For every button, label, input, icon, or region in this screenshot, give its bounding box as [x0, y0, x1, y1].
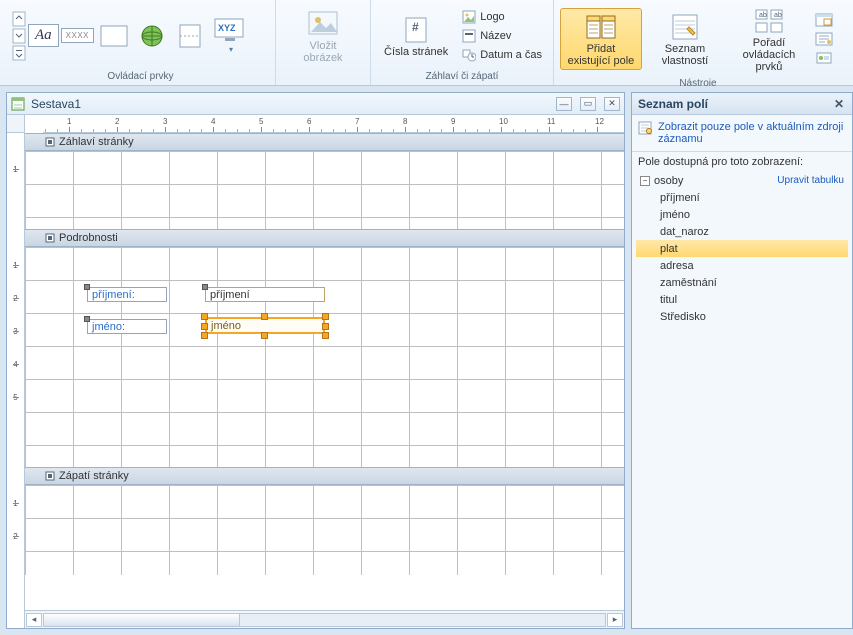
band-selector-icon — [45, 137, 55, 147]
v-ruler[interactable]: 11234512 — [7, 133, 25, 628]
field-item[interactable]: titul — [636, 291, 848, 308]
page-numbers-button[interactable]: # Čísla stránek — [377, 11, 455, 61]
panel-available-label: Pole dostupná pro toto zobrazení: — [632, 152, 852, 172]
datetime-button[interactable]: Datum a čas — [457, 46, 547, 64]
band-detail-body[interactable]: příjmení: příjmení jméno: jméno — [25, 247, 624, 467]
field-item[interactable]: adresa — [636, 257, 848, 274]
scroll-thumb[interactable] — [44, 614, 240, 626]
doc-title: Sestava1 — [31, 97, 81, 111]
band-page-header[interactable]: Záhlaví stránky — [25, 133, 624, 151]
svg-text:ab: ab — [759, 12, 767, 19]
property-sheet-button[interactable]: Seznam vlastností — [644, 8, 726, 70]
label-prijmeni[interactable]: příjmení: — [87, 287, 167, 302]
field-item[interactable]: zaměstnání — [636, 274, 848, 291]
clock-icon — [462, 48, 476, 62]
fields-icon — [585, 13, 617, 41]
subform-button[interactable] — [814, 11, 836, 29]
scroll-right-button[interactable]: ▸ — [607, 613, 623, 627]
resize-handle[interactable] — [84, 284, 90, 290]
field-list-panel: Seznam polí ✕ Zobrazit pouze pole v aktu… — [631, 92, 853, 629]
sel-handle[interactable] — [322, 313, 329, 320]
filter-icon — [638, 121, 652, 135]
sel-handle[interactable] — [201, 323, 208, 330]
control-hyperlink[interactable] — [134, 20, 170, 52]
edit-table-link[interactable]: Upravit tabulku — [777, 175, 848, 186]
doc-titlebar: Sestava1 — ▭ ✕ — [7, 93, 624, 115]
field-item[interactable]: příjmení — [636, 189, 848, 206]
control-textbox-style[interactable]: XXXX — [61, 28, 94, 43]
label-jmeno[interactable]: jméno: — [87, 319, 167, 334]
tab-order-icon: abab — [753, 7, 785, 35]
panel-close-button[interactable]: ✕ — [832, 97, 846, 111]
add-existing-fields-button[interactable]: Přidat existující pole — [560, 8, 642, 70]
sel-handle[interactable] — [322, 323, 329, 330]
minimize-button[interactable]: — — [556, 97, 572, 111]
chevron-down-icon: ▾ — [229, 45, 233, 54]
image-icon — [307, 10, 339, 38]
page-break-icon — [175, 23, 205, 49]
close-doc-button[interactable]: ✕ — [604, 97, 620, 111]
collapse-icon[interactable]: − — [640, 176, 650, 186]
logo-icon — [462, 10, 476, 24]
subform-icon — [815, 13, 833, 27]
sel-handle[interactable] — [261, 313, 268, 320]
convert-icon — [815, 51, 833, 65]
code-icon — [815, 32, 833, 46]
band-detail[interactable]: Podrobnosti — [25, 229, 624, 247]
svg-text:#: # — [412, 20, 419, 34]
scroll-left-button[interactable]: ◂ — [26, 613, 42, 627]
band-page-footer-body[interactable] — [25, 485, 624, 575]
restore-button[interactable]: ▭ — [580, 97, 596, 111]
workspace: Sestava1 — ▭ ✕ 123456789101112 11234512 — [0, 86, 853, 635]
resize-handle[interactable] — [202, 284, 208, 290]
panel-titlebar: Seznam polí ✕ — [632, 93, 852, 115]
band-selector-icon — [45, 471, 55, 481]
control-label-style[interactable]: Aa — [28, 24, 59, 47]
field-item[interactable]: Středisko — [636, 308, 848, 325]
convert-button[interactable] — [814, 49, 836, 67]
globe-icon — [137, 23, 167, 49]
band-selector-icon — [45, 233, 55, 243]
xyz-icon: XYZ — [213, 17, 247, 43]
svg-text:XYZ: XYZ — [218, 23, 236, 33]
field-item[interactable]: dat_naroz — [636, 223, 848, 240]
show-only-current-source-link[interactable]: Zobrazit pouze pole v aktuálním zdroji z… — [632, 115, 852, 152]
svg-text:ab: ab — [774, 12, 782, 19]
resize-handle[interactable] — [84, 316, 90, 322]
control-rectangle[interactable] — [96, 20, 132, 52]
ribbon: Aa XXXX XYZ ▾ Ovládací prvky — [0, 0, 853, 86]
report-icon — [11, 97, 25, 111]
field-tree: − osoby Upravit tabulku příjmeníjménodat… — [632, 172, 852, 331]
properties-icon — [669, 13, 701, 41]
field-item[interactable]: plat — [636, 240, 848, 257]
ribbon-group-label-hf: Záhlaví či zápatí — [377, 69, 547, 85]
control-page-break[interactable] — [172, 20, 208, 52]
band-page-header-body[interactable] — [25, 151, 624, 229]
sel-handle[interactable] — [201, 332, 208, 339]
sel-handle[interactable] — [261, 332, 268, 339]
scroll-track[interactable] — [43, 613, 606, 627]
report-design-window: Sestava1 — ▭ ✕ 123456789101112 11234512 — [6, 92, 625, 629]
h-scrollbar[interactable]: ◂ ▸ — [25, 610, 624, 628]
field-item[interactable]: jméno — [636, 206, 848, 223]
h-ruler[interactable]: 123456789101112 — [43, 115, 624, 133]
field-prijmeni[interactable]: příjmení — [205, 287, 325, 302]
insert-image-button[interactable]: Vložit obrázek — [282, 5, 364, 67]
title-button[interactable]: Název — [457, 27, 547, 45]
ruler-corner[interactable] — [7, 115, 25, 133]
title-icon — [462, 29, 476, 43]
band-page-footer[interactable]: Zápatí stránky — [25, 467, 624, 485]
logo-button[interactable]: Logo — [457, 8, 547, 26]
sel-handle[interactable] — [201, 313, 208, 320]
gallery-scroll-icon[interactable] — [12, 11, 26, 61]
tab-order-button[interactable]: abab Pořadí ovládacích prvků — [728, 2, 810, 76]
rectangle-icon — [99, 23, 129, 49]
code-button[interactable] — [814, 30, 836, 48]
sel-handle[interactable] — [322, 332, 329, 339]
control-chart[interactable]: XYZ ▾ — [210, 14, 250, 57]
tree-node-table[interactable]: − osoby Upravit tabulku — [636, 172, 848, 189]
design-surface[interactable]: Záhlaví stránky Podrobnosti příjmení: — [25, 133, 624, 610]
page-number-icon: # — [402, 16, 430, 44]
ribbon-group-label-controls: Ovládací prvky — [12, 69, 269, 85]
